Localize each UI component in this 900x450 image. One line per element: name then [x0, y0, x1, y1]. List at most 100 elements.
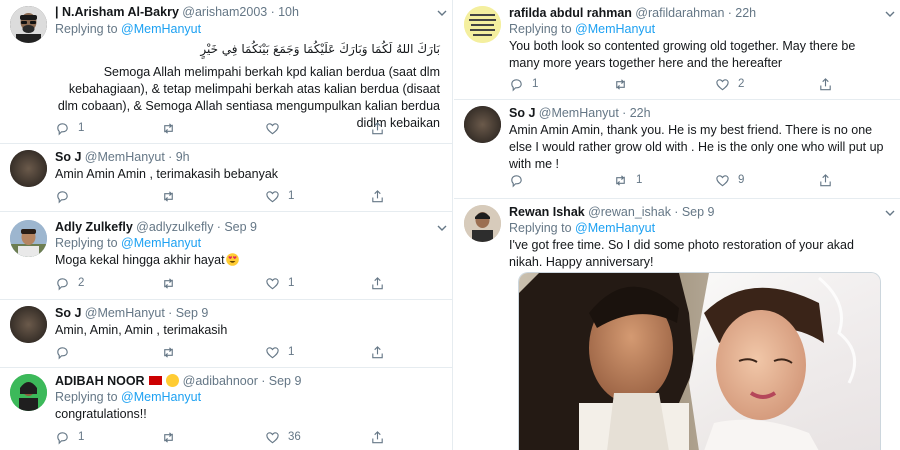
tweet-actions: 1 36 [55, 429, 442, 445]
timestamp[interactable]: 9h [176, 150, 190, 164]
timestamp[interactable]: Sep 9 [269, 374, 302, 388]
like-button[interactable]: 36 [265, 429, 301, 445]
like-button[interactable] [265, 120, 288, 136]
display-name[interactable]: So J [55, 150, 81, 164]
mention-link[interactable]: @MemHanyut [121, 390, 201, 404]
reply-button[interactable] [55, 344, 78, 360]
like-button[interactable]: 9 [715, 172, 744, 188]
left-column: | N.Arisham Al-Bakry @arisham2003 · 10h … [0, 0, 452, 450]
user-handle[interactable]: @MemHanyut [539, 106, 619, 120]
like-count: 36 [288, 431, 301, 443]
avatar[interactable] [10, 6, 47, 43]
timestamp[interactable]: 22h [735, 6, 756, 20]
caret-down-icon[interactable] [884, 207, 896, 219]
user-handle[interactable]: @arisham2003 [182, 5, 267, 19]
timestamp[interactable]: 22h [630, 106, 651, 120]
user-handle[interactable]: @adibahnoor [183, 374, 258, 388]
retweet-button[interactable] [161, 344, 184, 360]
share-button[interactable] [370, 120, 393, 136]
tweet[interactable]: So J @MemHanyut · 9h Amin Amin Amin , te… [0, 144, 452, 210]
display-name[interactable]: | N.Arisham Al-Bakry [55, 5, 179, 19]
tweet[interactable]: ADIBAH NOOR @adibahnoor · Sep 9 Replying… [0, 368, 452, 450]
user-handle[interactable]: @MemHanyut [85, 306, 165, 320]
avatar[interactable] [10, 220, 47, 257]
avatar[interactable] [10, 306, 47, 343]
timestamp[interactable]: Sep 9 [682, 205, 715, 219]
mention-link[interactable]: @MemHanyut [121, 22, 201, 36]
tweet[interactable]: So J @MemHanyut · 22h Amin Amin Amin, th… [454, 100, 900, 197]
share-button[interactable] [370, 275, 393, 291]
reply-button[interactable]: 1 [509, 76, 538, 92]
share-button[interactable] [818, 76, 841, 92]
display-name[interactable]: rafilda abdul rahman [509, 6, 632, 20]
retweet-icon [164, 277, 173, 289]
retweet-button[interactable] [613, 76, 636, 92]
reply-count: 1 [78, 431, 85, 443]
avatar[interactable] [464, 106, 501, 143]
user-handle[interactable]: @adlyzulkefly [136, 220, 213, 234]
tweet-actions: 1 [55, 120, 442, 136]
user-handle[interactable]: @rewan_ishak [588, 205, 671, 219]
timestamp[interactable]: Sep 9 [176, 306, 209, 320]
share-button[interactable] [370, 344, 393, 360]
retweet-button[interactable] [161, 275, 184, 291]
user-handle[interactable]: @MemHanyut [85, 150, 165, 164]
share-button[interactable] [818, 172, 841, 188]
tweet-text: Amin Amin Amin, thank you. He is my best… [509, 123, 884, 171]
tweet[interactable]: So J @MemHanyut · Sep 9 Amin, Amin, Amin… [0, 300, 452, 366]
retweet-button[interactable] [161, 120, 184, 136]
user-handle[interactable]: @rafildarahman [635, 6, 724, 20]
avatar[interactable] [10, 150, 47, 187]
mention-link[interactable]: @MemHanyut [575, 221, 655, 235]
replying-to: Replying to @MemHanyut [55, 22, 202, 36]
display-name[interactable]: ADIBAH NOOR [55, 374, 145, 388]
mention-link[interactable]: @MemHanyut [575, 22, 655, 36]
retweet-button[interactable]: 1 [613, 172, 642, 188]
reply-button[interactable] [509, 172, 532, 188]
reply-button[interactable] [55, 188, 78, 204]
display-name[interactable]: So J [509, 106, 535, 120]
avatar[interactable] [10, 374, 47, 411]
reply-count: 1 [78, 122, 85, 134]
tweet[interactable]: Adly Zulkefly @adlyzulkefly · Sep 9 Repl… [0, 212, 452, 298]
replying-to: Replying to @MemHanyut [55, 236, 202, 250]
tweet[interactable]: rafilda abdul rahman @rafildarahman · 22… [454, 0, 900, 98]
display-name[interactable]: Rewan Ishak [509, 205, 585, 219]
timestamp[interactable]: 10h [278, 5, 299, 19]
share-icon [372, 430, 383, 443]
like-icon [716, 174, 729, 186]
mention-link[interactable]: @MemHanyut [121, 236, 201, 250]
like-button[interactable]: 1 [265, 275, 294, 291]
display-name[interactable]: Adly Zulkefly [55, 220, 133, 234]
retweet-button[interactable] [161, 429, 184, 445]
like-count: 1 [288, 190, 295, 202]
reply-button[interactable]: 1 [55, 120, 84, 136]
share-button[interactable] [370, 188, 393, 204]
share-button[interactable] [370, 429, 393, 445]
caret-down-icon[interactable] [436, 7, 448, 19]
retweet-icon [164, 431, 173, 443]
retweet-button[interactable] [161, 188, 184, 204]
retweet-icon [616, 78, 625, 90]
reply-button[interactable]: 1 [55, 429, 84, 445]
share-icon [820, 173, 831, 186]
reply-button[interactable]: 2 [55, 275, 84, 291]
timestamp[interactable]: Sep 9 [224, 220, 257, 234]
share-icon [820, 77, 831, 90]
avatar[interactable] [464, 205, 501, 242]
share-icon [372, 189, 383, 202]
caret-down-icon[interactable] [436, 222, 448, 234]
malaysia-flag-icon [148, 376, 162, 385]
caret-down-icon[interactable] [884, 8, 896, 20]
tweet[interactable]: | N.Arisham Al-Bakry @arisham2003 · 10h … [0, 0, 452, 142]
tweet-text: Amin Amin Amin , terimakasih bebanyak [55, 167, 279, 181]
reply-count: 2 [78, 277, 85, 289]
like-button[interactable]: 1 [265, 188, 294, 204]
like-button[interactable]: 2 [715, 76, 744, 92]
avatar[interactable] [464, 6, 501, 43]
attached-photo[interactable] [518, 272, 881, 450]
like-button[interactable]: 1 [265, 344, 294, 360]
display-name[interactable]: So J [55, 306, 81, 320]
replying-to: Replying to @MemHanyut [55, 390, 202, 404]
reply-icon [57, 122, 68, 135]
